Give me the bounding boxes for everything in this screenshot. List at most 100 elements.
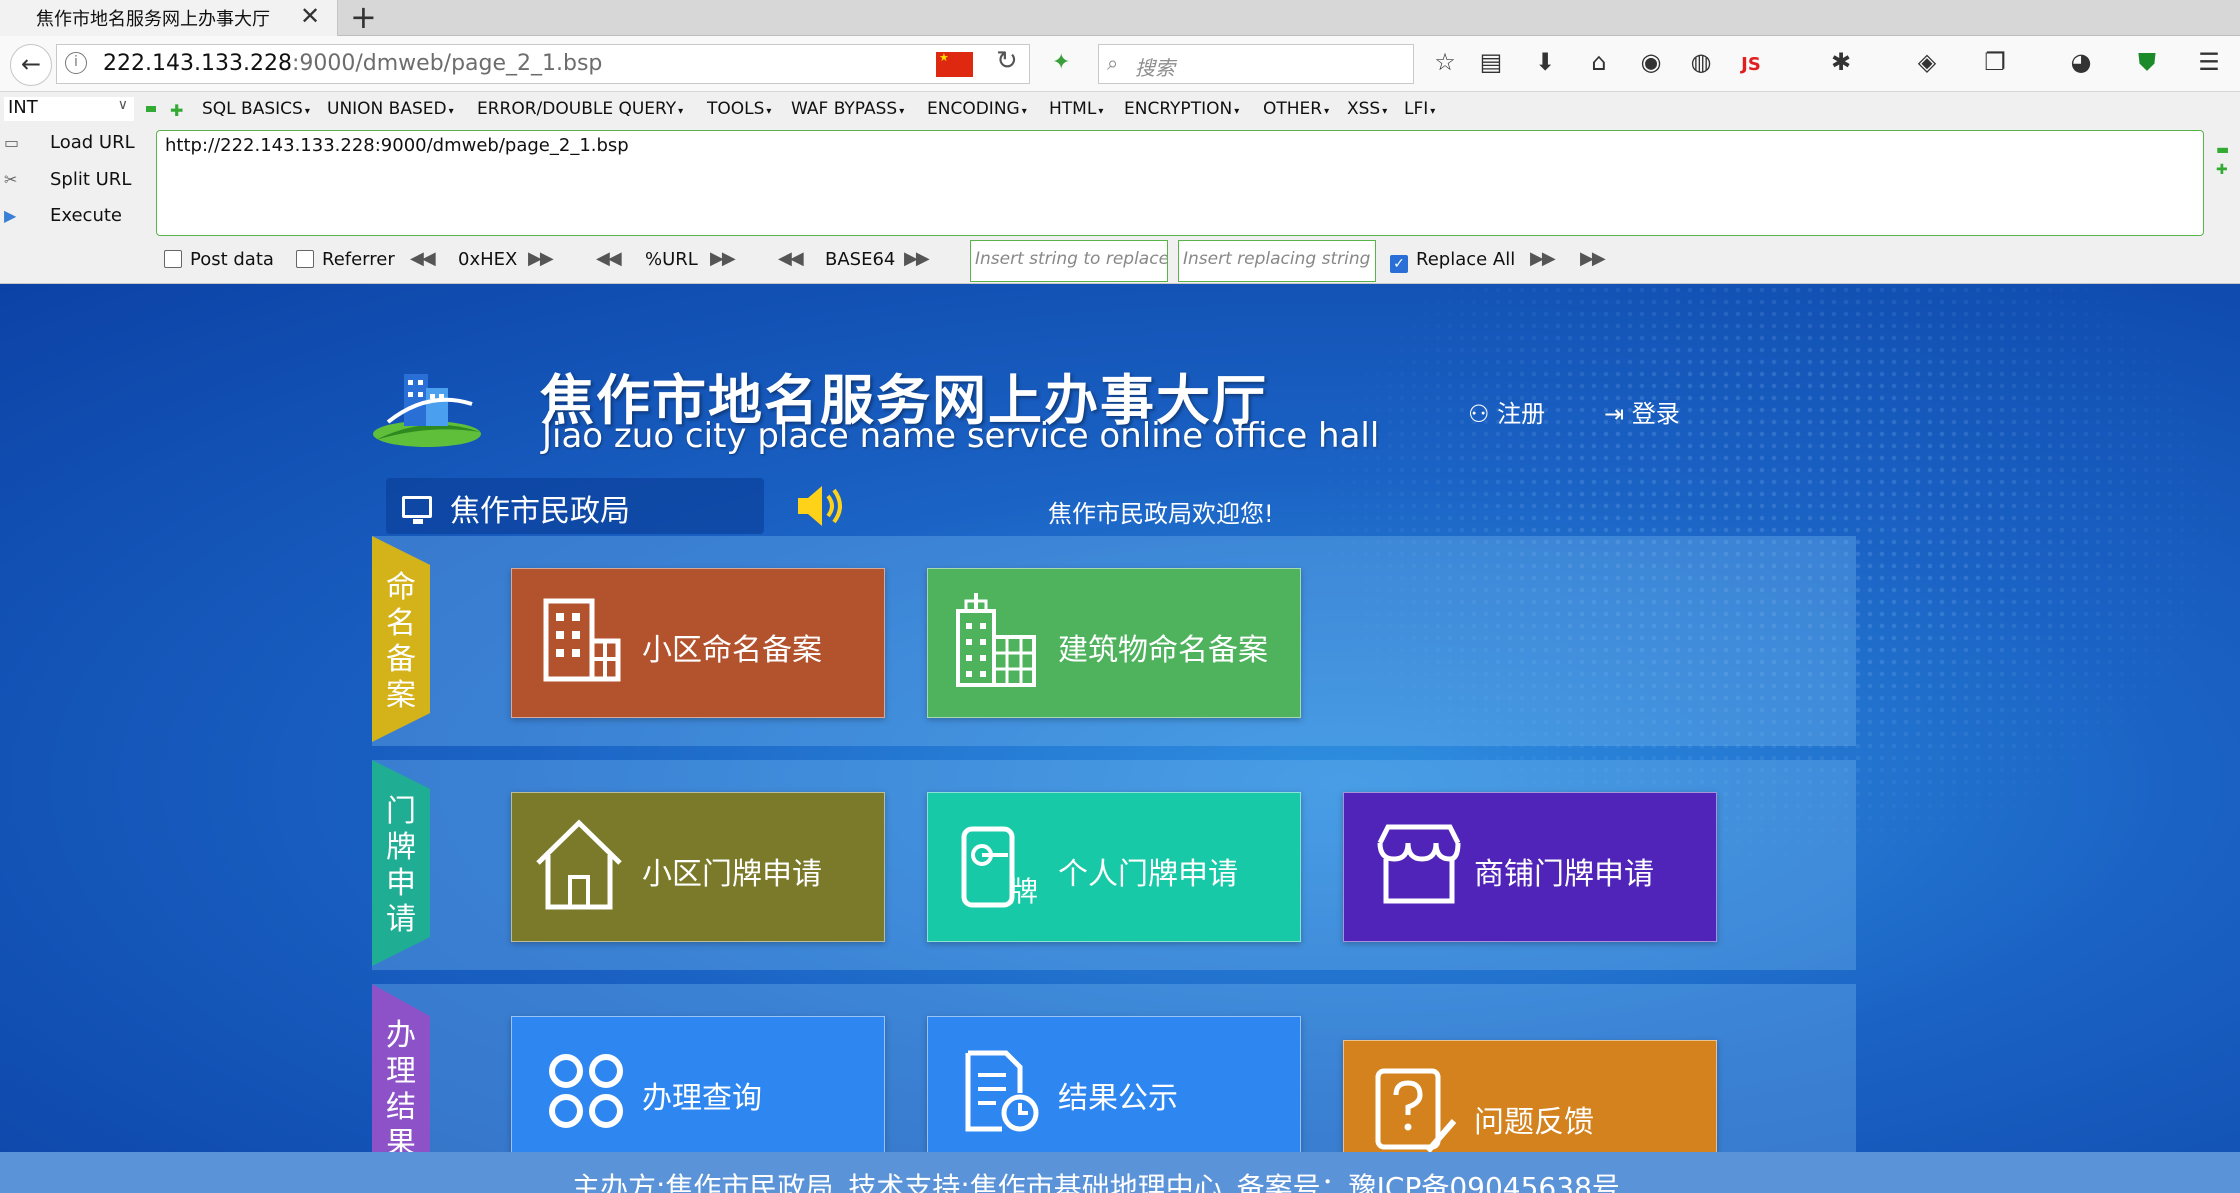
register-label: 注册: [1497, 400, 1546, 428]
menu-encoding[interactable]: ENCODING: [927, 99, 1027, 119]
hackbar-url-textarea[interactable]: http://222.143.133.228:9000/dmweb/page_2…: [156, 130, 2204, 236]
document-clock-icon: [965, 1050, 1039, 1132]
tile-label: 建筑物命名备案: [1058, 633, 1268, 668]
menu-icon[interactable]: ☰: [2194, 48, 2224, 76]
checkbox-checked-icon[interactable]: ✓: [1390, 255, 1408, 273]
url-text[interactable]: 222.143.133.228:9000/dmweb/page_2_1.bsp: [103, 51, 602, 76]
load-url-button[interactable]: ▭ Load URL: [4, 132, 135, 153]
base64-encode-arrow-icon[interactable]: ▶▶: [904, 250, 940, 268]
office-building-icon: [956, 593, 1036, 687]
tab-close-icon[interactable]: ✕: [300, 2, 320, 30]
tile-label: 问题反馈: [1474, 1105, 1594, 1140]
referrer-checkbox[interactable]: Referrer: [296, 249, 395, 270]
base64-decode-arrow-icon[interactable]: ◀◀: [778, 250, 814, 268]
search-input[interactable]: ⌕ 搜索: [1098, 44, 1414, 84]
download-icon[interactable]: ⬇: [1530, 48, 1560, 76]
execute-button[interactable]: ▶ Execute: [4, 205, 122, 226]
back-button[interactable]: ←: [10, 44, 52, 86]
menu-waf-bypass[interactable]: WAF BYPASS: [791, 99, 904, 119]
minus-icon[interactable]: [146, 106, 156, 112]
checkbox-box[interactable]: [296, 250, 314, 268]
query-grid-icon: [549, 1054, 623, 1128]
new-tab-icon[interactable]: +: [350, 0, 377, 36]
url-bar[interactable]: i 222.143.133.228:9000/dmweb/page_2_1.bs…: [56, 44, 1030, 84]
menu-tools[interactable]: TOOLS: [707, 99, 771, 119]
hex-label: 0xHEX: [458, 249, 518, 270]
tile-result-announcement[interactable]: 结果公示: [927, 1016, 1301, 1166]
extension-palette-icon[interactable]: ◍: [1686, 48, 1716, 76]
page-content: 焦作市地名服务网上办事大厅 Jiao zuo city place name s…: [0, 284, 2240, 1193]
menu-lfi[interactable]: LFI: [1404, 99, 1435, 119]
building-icon: [543, 598, 621, 682]
plus-icon[interactable]: ✚: [170, 101, 183, 120]
menu-other[interactable]: OTHER: [1263, 99, 1329, 119]
post-data-label: Post data: [190, 249, 274, 270]
load-url-icon: ▭: [4, 133, 20, 152]
home-icon[interactable]: ⌂: [1584, 48, 1614, 76]
tile-personal-doorplate[interactable]: 牌 个人门牌申请: [927, 792, 1301, 942]
tile-shop-doorplate[interactable]: 商铺门牌申请: [1343, 792, 1717, 942]
tab-strip: 焦作市地名服务网上办事大厅 ✕ +: [0, 0, 2240, 36]
hex-decode-arrow-icon[interactable]: ◀◀: [410, 250, 446, 268]
menu-error-double-query[interactable]: ERROR/DOUBLE QUERY: [477, 99, 683, 119]
menu-encryption[interactable]: ENCRYPTION: [1124, 99, 1239, 119]
tile-label: 小区门牌申请: [642, 857, 822, 892]
section-ribbon-doorplate: 门牌申请: [372, 760, 430, 966]
info-icon[interactable]: i: [65, 52, 87, 74]
post-data-checkbox[interactable]: Post data: [164, 249, 274, 270]
url-host: 222.143.133.228: [103, 51, 292, 76]
login-link[interactable]: ⇥ 登录: [1604, 394, 1680, 429]
js-icon[interactable]: JS: [1736, 54, 1766, 75]
hex-encode-arrow-icon[interactable]: ▶▶: [528, 250, 564, 268]
replace-to-input[interactable]: Insert replacing string: [1178, 240, 1376, 282]
bookmark-star-icon[interactable]: ☆: [1430, 48, 1460, 76]
menu-html[interactable]: HTML: [1049, 99, 1103, 119]
reading-list-icon[interactable]: ▤: [1476, 48, 1506, 76]
register-link[interactable]: ⚇ 注册: [1468, 394, 1545, 429]
extension-color-icon[interactable]: ◕: [2066, 48, 2096, 76]
replace-all-checkbox[interactable]: ✓ Replace All: [1390, 249, 1515, 273]
chevron-down-icon: ∨: [117, 97, 128, 113]
tile-building-naming[interactable]: 建筑物命名备案: [927, 568, 1301, 718]
menu-xss[interactable]: XSS: [1347, 99, 1387, 119]
tile-label: 商铺门牌申请: [1474, 857, 1654, 892]
split-url-label: Split URL: [50, 169, 132, 190]
int-select[interactable]: INT ∨: [4, 97, 134, 121]
tab-title: 焦作市地名服务网上办事大厅: [36, 9, 270, 30]
extension-hat-icon[interactable]: ◈: [1912, 48, 1942, 76]
bureau-label: 焦作市民政局: [450, 494, 630, 529]
flag-icon[interactable]: ★: [936, 52, 973, 77]
extension-bug-icon[interactable]: ✱: [1826, 48, 1856, 76]
split-url-button[interactable]: ✂ Split URL: [4, 169, 131, 190]
shop-icon: [1377, 824, 1461, 904]
tile-process-query[interactable]: 办理查询: [511, 1016, 885, 1166]
extension-globe-icon[interactable]: ◉: [1636, 48, 1666, 76]
tile-community-naming[interactable]: 小区命名备案: [511, 568, 885, 718]
svg-text:牌: 牌: [1010, 875, 1038, 908]
site-footer: 主办方:焦作市民政局 技术支持:焦作市基础地理中心 备案号：豫ICP备09045…: [0, 1152, 2240, 1193]
menu-union-based[interactable]: UNION BASED: [327, 99, 454, 119]
extension-pages-icon[interactable]: ❐: [1980, 48, 2010, 76]
footer-text: 主办方:焦作市民政局 技术支持:焦作市基础地理中心 备案号：豫ICP备09045…: [572, 1171, 1620, 1193]
tab-active[interactable]: 焦作市地名服务网上办事大厅 ✕: [0, 0, 338, 36]
split-url-icon: ✂: [4, 170, 18, 189]
tile-label: 办理查询: [642, 1081, 762, 1116]
extension-turtle-icon[interactable]: ✦: [1052, 50, 1078, 75]
replace-run-arrow-icon[interactable]: ▶▶: [1580, 250, 1616, 268]
extension-shield-icon[interactable]: ⛊: [2132, 48, 2162, 76]
url-encode-arrow-icon[interactable]: ▶▶: [710, 250, 746, 268]
url-decode-arrow-icon[interactable]: ◀◀: [596, 250, 632, 268]
reload-icon[interactable]: ↻: [996, 46, 1018, 76]
hackbar-resize-icon[interactable]: ▬ ✚: [2216, 140, 2229, 180]
speaker-icon: [798, 486, 842, 526]
replace-from-input[interactable]: Insert string to replace: [970, 240, 1168, 282]
replace-arrow-icon[interactable]: ▶▶: [1530, 250, 1566, 268]
tile-community-doorplate[interactable]: 小区门牌申请: [511, 792, 885, 942]
checkbox-box[interactable]: [164, 250, 182, 268]
tile-label: 个人门牌申请: [1058, 857, 1238, 892]
bureau-bar: 焦作市民政局: [386, 478, 764, 534]
menu-sql-basics[interactable]: SQL BASICS: [202, 99, 310, 119]
section-label: 命名备案: [386, 570, 416, 713]
tile-label: 结果公示: [1058, 1081, 1178, 1116]
search-placeholder: 搜索: [1135, 56, 1175, 80]
